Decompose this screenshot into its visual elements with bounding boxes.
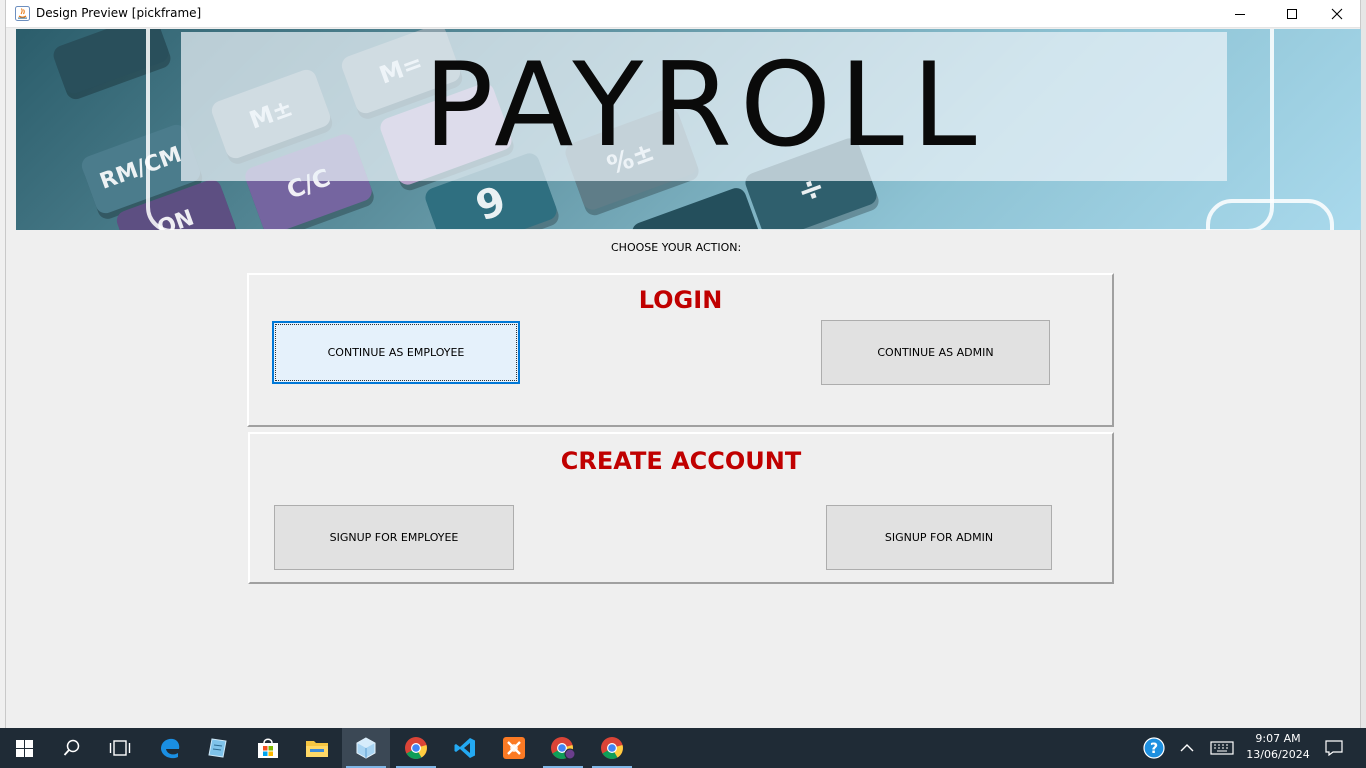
window-title: Design Preview [pickframe] xyxy=(36,6,202,20)
continue-as-admin-label: CONTINUE AS ADMIN xyxy=(877,346,994,359)
folder-icon xyxy=(306,741,328,757)
chrome-profile-icon xyxy=(551,737,576,760)
store-icon xyxy=(258,738,278,758)
netbeans-cube-icon xyxy=(356,737,376,759)
task-view-button[interactable] xyxy=(96,728,144,768)
windows-icon xyxy=(15,739,33,757)
taskbar-chrome-profile[interactable] xyxy=(539,728,587,768)
notification-icon xyxy=(1325,740,1343,756)
signup-for-admin-label: SIGNUP FOR ADMIN xyxy=(884,531,994,544)
banner-title: PAYROLL xyxy=(423,38,985,173)
keyboard-icon xyxy=(1210,741,1234,755)
xampp-icon xyxy=(503,737,525,759)
close-icon xyxy=(1331,8,1343,20)
help-icon: ? xyxy=(1143,737,1165,759)
login-heading: LOGIN xyxy=(638,286,723,314)
chrome-icon xyxy=(601,737,623,759)
maximize-button[interactable] xyxy=(1269,0,1315,28)
svg-text:?: ? xyxy=(1150,741,1158,757)
touch-keyboard-button[interactable] xyxy=(1198,728,1246,768)
minimize-icon xyxy=(1235,14,1245,15)
java-app-icon xyxy=(15,6,30,21)
signup-for-employee-button[interactable]: SIGNUP FOR EMPLOYEE xyxy=(274,505,514,570)
notepad-icon xyxy=(208,738,227,758)
window-right-edge xyxy=(1361,0,1366,728)
taskbar-file-explorer[interactable] xyxy=(293,728,341,768)
app-window: Design Preview [pickframe] RM/CM M± M= O… xyxy=(5,0,1362,728)
close-button[interactable] xyxy=(1314,0,1360,28)
maximize-icon xyxy=(1287,9,1297,19)
chevron-up-icon xyxy=(1180,744,1194,752)
taskbar-notepad[interactable] xyxy=(194,728,242,768)
task-view-icon xyxy=(109,740,131,756)
taskbar-store[interactable] xyxy=(244,728,292,768)
taskbar-edge[interactable] xyxy=(146,728,194,768)
taskbar: ? 9:07 AM 13/06/2024 xyxy=(0,728,1366,768)
taskbar-netbeans[interactable] xyxy=(342,728,390,768)
banner-frame-line xyxy=(1206,199,1334,230)
choose-action-text: CHOOSE YOUR ACTION: xyxy=(611,241,742,254)
taskbar-vscode[interactable] xyxy=(441,728,489,768)
title-bar: Design Preview [pickframe] xyxy=(6,0,1360,28)
taskbar-chrome[interactable] xyxy=(392,728,440,768)
clock-time: 9:07 AM xyxy=(1255,732,1301,745)
taskbar-xampp[interactable] xyxy=(490,728,538,768)
start-button[interactable] xyxy=(0,728,48,768)
taskbar-chrome-2[interactable] xyxy=(588,728,636,768)
chrome-icon xyxy=(405,737,427,759)
search-button[interactable] xyxy=(48,728,96,768)
vscode-icon xyxy=(454,738,475,758)
continue-as-employee-button[interactable]: CONTINUE AS EMPLOYEE xyxy=(272,321,520,384)
create-account-heading: CREATE ACCOUNT xyxy=(560,447,802,475)
edge-icon xyxy=(161,738,180,759)
notifications-button[interactable] xyxy=(1310,728,1358,768)
continue-as-admin-button[interactable]: CONTINUE AS ADMIN xyxy=(821,320,1050,385)
continue-as-employee-label: CONTINUE AS EMPLOYEE xyxy=(327,346,465,359)
search-icon xyxy=(63,739,80,756)
clock[interactable]: 9:07 AM 13/06/2024 xyxy=(1240,731,1316,763)
minimize-button[interactable] xyxy=(1217,0,1263,28)
signup-for-admin-button[interactable]: SIGNUP FOR ADMIN xyxy=(826,505,1052,570)
login-panel: LOGIN CONTINUE AS EMPLOYEE CONTINUE AS A… xyxy=(247,273,1114,427)
clock-date: 13/06/2024 xyxy=(1246,748,1310,761)
payroll-banner-image: RM/CM M± M= ON C/C 9 %± ÷ PAYROLL xyxy=(16,29,1362,230)
create-account-panel: CREATE ACCOUNT SIGNUP FOR EMPLOYEE SIGNU… xyxy=(248,432,1114,584)
signup-for-employee-label: SIGNUP FOR EMPLOYEE xyxy=(329,531,459,544)
